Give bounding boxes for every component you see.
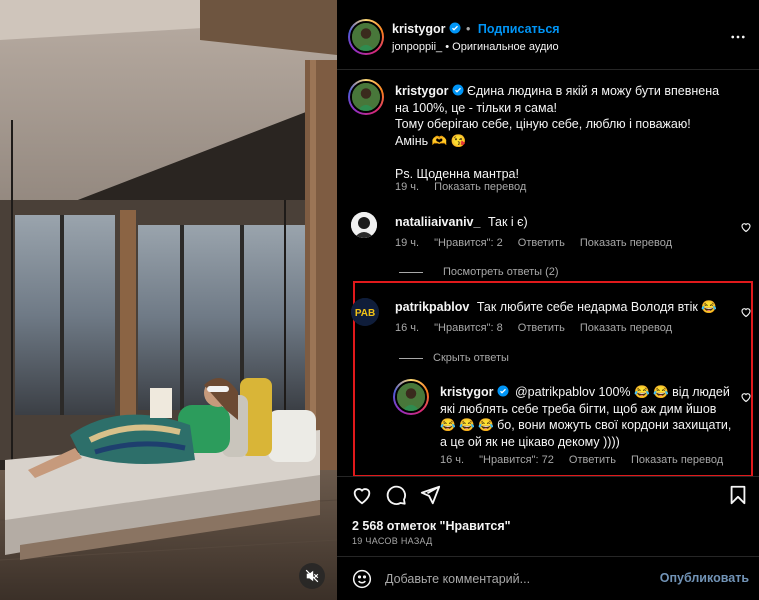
post-photo (0, 0, 337, 600)
comment-likes[interactable]: "Нравится": 8 (434, 322, 503, 334)
post-header: kristygor • Подписаться (392, 22, 560, 36)
caption-time[interactable]: 19 ч. (395, 181, 419, 193)
audio-user[interactable]: jonpoppii_ (392, 41, 442, 53)
comment-username[interactable]: patrikpablov (395, 300, 469, 314)
caption-username[interactable]: kristygor (395, 84, 449, 98)
audio-info: jonpoppii_ • Оригинальное аудио (392, 41, 559, 53)
comment-meta: 19 ч. "Нравится": 2 Ответить Показать пе… (395, 237, 684, 249)
audio-label[interactable]: Оригинальное аудио (452, 41, 559, 53)
toggle-line (399, 271, 423, 273)
likes-count[interactable]: 2 568 отметок "Нравится" (352, 519, 511, 533)
post-detail-panel: kristygor • Подписаться jonpoppii_ • Ори… (337, 0, 759, 600)
comment-avatar[interactable]: PAB (351, 298, 379, 326)
comment-item: nataliiaivaniv_ Так і є) (395, 214, 715, 231)
comment-time[interactable]: 19 ч. (395, 237, 419, 249)
verified-badge-icon (449, 22, 460, 34)
post-actions (351, 484, 441, 506)
mute-button[interactable] (299, 563, 325, 589)
verified-badge-icon (497, 385, 508, 397)
heart-icon[interactable] (351, 484, 373, 506)
reply-avatar[interactable] (393, 379, 429, 415)
actions-divider (337, 476, 759, 477)
heart-icon[interactable] (740, 391, 752, 403)
publish-button[interactable]: Опубликовать (660, 571, 749, 585)
author-username[interactable]: kristygor (392, 22, 446, 36)
reply-reply-button[interactable]: Ответить (569, 454, 616, 466)
mute-icon (305, 569, 319, 583)
comment-username[interactable]: nataliiaivaniv_ (395, 215, 480, 229)
verified-badge-icon (452, 84, 463, 96)
comment-time[interactable]: 16 ч. (395, 322, 419, 334)
more-icon[interactable] (729, 28, 747, 46)
reply-meta: 16 ч. "Нравится": 72 Ответить Показать п… (440, 454, 735, 466)
view-replies-label: Посмотреть ответы (2) (443, 266, 559, 278)
post-date[interactable]: 19 ЧАСОВ НАЗАД (352, 536, 433, 546)
comment-item: patrikpablov Так любите себе недарма Вол… (395, 299, 725, 316)
hide-replies-label: Скрыть ответы (433, 352, 509, 364)
reply-username[interactable]: kristygor (440, 385, 494, 399)
comment-icon[interactable] (385, 484, 407, 506)
comment-meta: 16 ч. "Нравится": 8 Ответить Показать пе… (395, 322, 684, 334)
bookmark-icon[interactable] (727, 484, 749, 506)
reply-time[interactable]: 16 ч. (440, 454, 464, 466)
svg-text:PAB: PAB (355, 308, 375, 319)
reply-item: kristygor @patrikpablov 100% 😂 😂 від люд… (440, 384, 732, 450)
heart-icon[interactable] (740, 306, 752, 318)
comment-likes[interactable]: "Нравится": 2 (434, 237, 503, 249)
post-media[interactable] (0, 0, 337, 600)
comment-translate-link[interactable]: Показать перевод (580, 237, 672, 249)
follow-button[interactable]: Подписаться (478, 22, 560, 36)
caption-meta: 19 ч. Показать перевод (395, 181, 538, 193)
reply-translate-link[interactable]: Показать перевод (631, 454, 723, 466)
reply-likes[interactable]: "Нравится": 72 (479, 454, 554, 466)
share-icon[interactable] (419, 484, 441, 506)
comment-text: Так і є) (487, 215, 528, 229)
view-replies-toggle[interactable]: Посмотреть ответы (2) (399, 266, 559, 278)
header-separator: • (465, 22, 471, 36)
comment-reply-button[interactable]: Ответить (518, 322, 565, 334)
comment-reply-button[interactable]: Ответить (518, 237, 565, 249)
caption-avatar[interactable] (348, 79, 384, 115)
caption-line-2: Тому оберігаю себе, ціную себе, люблю і … (395, 117, 691, 131)
header-divider (337, 69, 759, 70)
comment-avatar[interactable] (351, 212, 377, 238)
caption-line-4: Ps. Щоденна мантра! (395, 166, 519, 181)
smile-icon[interactable] (352, 569, 372, 589)
heart-icon[interactable] (740, 221, 752, 233)
comment-text: Так любите себе недарма Володя втік 😂 (476, 300, 717, 314)
post-caption: kristygor Єдина людина в якій я можу бут… (395, 83, 730, 182)
comment-composer: Опубликовать (337, 557, 759, 600)
hide-replies-toggle[interactable]: Скрыть ответы (399, 352, 509, 364)
caption-translate-link[interactable]: Показать перевод (434, 181, 526, 193)
comment-translate-link[interactable]: Показать перевод (580, 322, 672, 334)
audio-separator: • (445, 41, 450, 53)
toggle-line (399, 357, 423, 359)
author-avatar[interactable] (348, 19, 384, 55)
comment-input[interactable] (385, 569, 655, 589)
caption-line-3: Амінь 🫶 😘 (395, 133, 467, 148)
